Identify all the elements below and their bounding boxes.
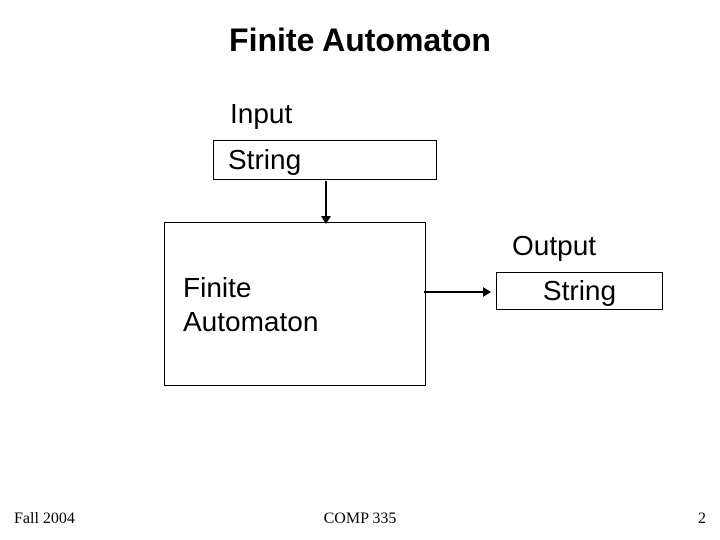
output-label: Output <box>512 230 596 262</box>
footer-course: COMP 335 <box>0 510 720 528</box>
arrow-down-icon <box>325 181 327 223</box>
footer-page-number: 2 <box>698 510 706 528</box>
slide-title: Finite Automaton <box>0 22 720 59</box>
input-label: Input <box>230 98 292 130</box>
output-box: String <box>496 272 663 310</box>
input-box: String <box>213 140 437 180</box>
automaton-label: FiniteAutomaton <box>183 271 318 339</box>
slide: Finite Automaton Input String FiniteAuto… <box>0 0 720 540</box>
arrow-right-icon <box>424 291 490 293</box>
